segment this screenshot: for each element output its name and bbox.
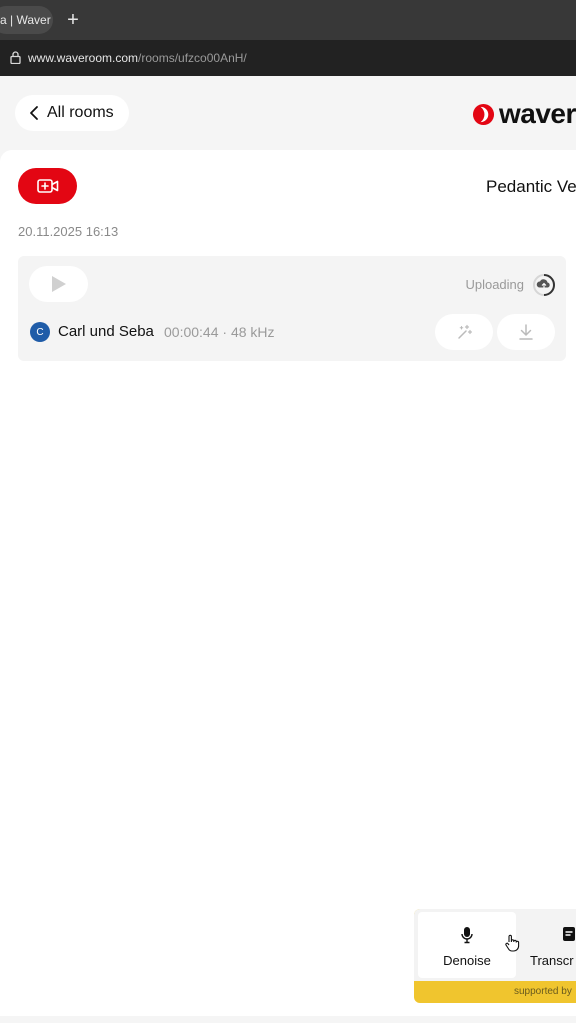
logo-mark-icon (472, 103, 495, 125)
download-button[interactable] (497, 314, 555, 350)
transcribe-label: Transcr (530, 953, 574, 968)
record-video-button[interactable] (18, 168, 77, 204)
play-icon (51, 276, 66, 292)
tab-title: a | Waver (0, 13, 51, 27)
url-text: www.waveroom.com/rooms/ufzco00AnH/ (28, 51, 247, 65)
denoise-label: Denoise (443, 953, 491, 968)
upload-status: Uploading (465, 277, 524, 292)
all-rooms-button[interactable]: All rooms (15, 95, 129, 131)
new-tab-button[interactable]: + (63, 8, 83, 32)
track-row: Uploading C Carl und Seba 00:00:44 · 48 … (18, 256, 566, 361)
waveroom-logo[interactable]: waver (472, 98, 576, 130)
address-bar[interactable]: www.waveroom.com/rooms/ufzco00AnH/ (0, 40, 576, 76)
tools-panel: Denoise Transcr supported by (414, 909, 576, 1003)
room-card: Pedantic Ve 20.11.2025 16:13 Uploading C… (0, 150, 576, 1016)
url-domain: www.waveroom.com (28, 51, 139, 65)
download-icon (519, 324, 533, 340)
play-button[interactable] (29, 266, 88, 302)
hand-cursor-icon (505, 934, 520, 952)
room-date: 20.11.2025 16:13 (18, 224, 119, 239)
cloud-upload-icon (533, 274, 555, 296)
denoise-tool[interactable]: Denoise (418, 912, 520, 978)
browser-tab-bar: a | Waver + (0, 0, 576, 40)
enhance-button[interactable] (435, 314, 493, 350)
supported-by-text: supported by (514, 986, 572, 997)
browser-tab[interactable]: a | Waver (0, 6, 53, 34)
avatar: C (30, 322, 50, 342)
tools-row: Denoise Transcr (414, 909, 576, 981)
url-path: /rooms/ufzco00AnH/ (138, 51, 247, 65)
lock-icon (10, 51, 21, 64)
chevron-left-icon (30, 106, 38, 120)
track-meta: 00:00:44 · 48 kHz (164, 324, 275, 340)
all-rooms-label: All rooms (47, 104, 114, 121)
transcript-icon (563, 927, 575, 941)
magic-wand-icon (458, 324, 472, 339)
video-add-icon (36, 179, 58, 193)
transcribe-tool[interactable]: Transcr (524, 912, 576, 978)
track-name[interactable]: Carl und Seba (58, 323, 154, 340)
microphone-icon (461, 927, 473, 944)
room-title[interactable]: Pedantic Ve (486, 177, 576, 197)
logo-text: waver (499, 98, 576, 129)
